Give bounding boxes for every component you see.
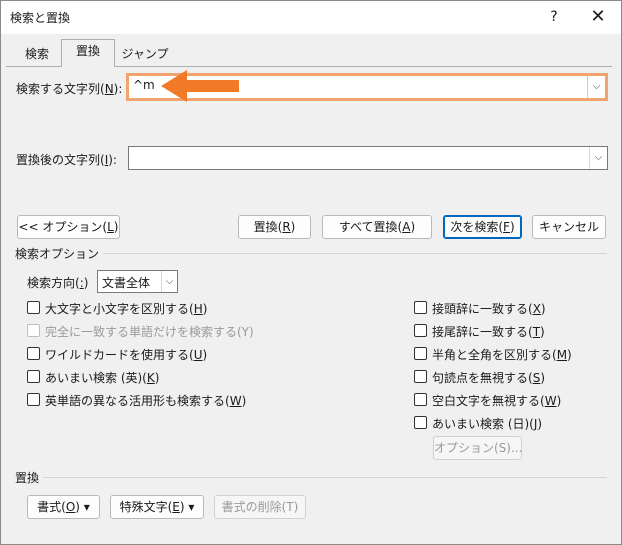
replace-label: 置換後の文字列(I): (16, 153, 117, 167)
tab-goto[interactable]: ジャンプ (117, 42, 173, 66)
replace-button[interactable]: 置換(R) (238, 215, 311, 239)
checkbox-box[interactable] (27, 324, 40, 337)
search-options-divider (15, 253, 607, 254)
window-title: 検索と置換 (10, 11, 71, 25)
replace-dropdown-chevron-icon[interactable]: ⌵ (589, 147, 607, 169)
checkbox-box[interactable] (414, 370, 427, 383)
special-button[interactable]: 特殊文字(E) ▾ (110, 495, 204, 519)
checkbox-box[interactable] (414, 324, 427, 337)
tab-replace[interactable]: 置換 (61, 39, 115, 67)
annotation-arrow-icon (161, 70, 239, 102)
replace-with-input[interactable]: ⌵ (128, 146, 608, 170)
help-icon[interactable]: ? (543, 7, 565, 27)
match-suffix-checkbox[interactable]: 接尾辞に一致する(T) (414, 322, 554, 339)
find-replace-dialog: 検索と置換 ? ✕ 検索 置換 ジャンプ 検索する文字列(N): ^m ⌵ 置換… (0, 0, 622, 545)
title-bar: 検索と置換 ? ✕ (1, 1, 621, 34)
remove-formatting-button[interactable]: 書式の削除(T) (214, 495, 306, 519)
search-direction-label: 検索方向(:) (27, 276, 89, 290)
replace-group-divider (15, 477, 607, 478)
checkbox-box[interactable] (27, 301, 40, 314)
find-dropdown-chevron-icon[interactable]: ⌵ (587, 76, 605, 98)
close-icon[interactable]: ✕ (585, 5, 611, 29)
search-direction-value: 文書全体 (102, 276, 151, 290)
fuzzy-japanese-checkbox[interactable]: あいまい検索 (日)(J) (414, 414, 544, 431)
wildcards-checkbox[interactable]: ワイルドカードを使用する(U) (27, 345, 207, 362)
match-case-checkbox[interactable]: 大文字と小文字を区別する(H) (27, 299, 217, 316)
checkbox-box[interactable] (414, 416, 427, 429)
less-options-button[interactable]: << オプション(L) (17, 215, 120, 239)
find-next-button[interactable]: 次を検索(F) (443, 215, 522, 239)
checkbox-box[interactable] (27, 347, 40, 360)
checkbox-box[interactable] (414, 347, 427, 360)
ignore-punctuation-checkbox[interactable]: 句読点を無視する(S) (414, 368, 545, 385)
match-width-checkbox[interactable]: 半角と全角を区別する(M) (414, 345, 572, 362)
search-direction-chevron-icon[interactable]: ⌵ (161, 271, 177, 292)
replace-group-title: 置換 (15, 469, 44, 486)
checkbox-box[interactable] (414, 393, 427, 406)
checkbox-box[interactable] (27, 393, 40, 406)
checkbox-box[interactable] (414, 301, 427, 314)
sounds-like-checkbox[interactable]: あいまい検索 (英)(K) (27, 368, 187, 385)
cancel-button[interactable]: キャンセル (532, 215, 606, 239)
search-options-title: 検索オプション (15, 245, 104, 262)
word-forms-checkbox[interactable]: 英単語の異なる活用形も検索する(W) (27, 391, 257, 408)
ignore-whitespace-checkbox[interactable]: 空白文字を無視する(W) (414, 391, 561, 408)
search-direction-select[interactable]: 文書全体 ⌵ (97, 270, 178, 293)
match-prefix-checkbox[interactable]: 接頭辞に一致する(X) (414, 299, 554, 316)
fuzzy-options-button[interactable]: オプション(S)... (433, 436, 522, 460)
replace-all-button[interactable]: すべて置換(A) (322, 215, 432, 239)
find-label: 検索する文字列(N): (16, 82, 123, 96)
whole-words-checkbox[interactable]: 完全に一致する単語だけを検索する(Y) (27, 322, 257, 339)
format-button[interactable]: 書式(O) ▾ (27, 495, 100, 519)
checkbox-box[interactable] (27, 370, 40, 383)
find-what-value: ^m (133, 78, 155, 92)
tab-find[interactable]: 検索 (15, 42, 59, 66)
